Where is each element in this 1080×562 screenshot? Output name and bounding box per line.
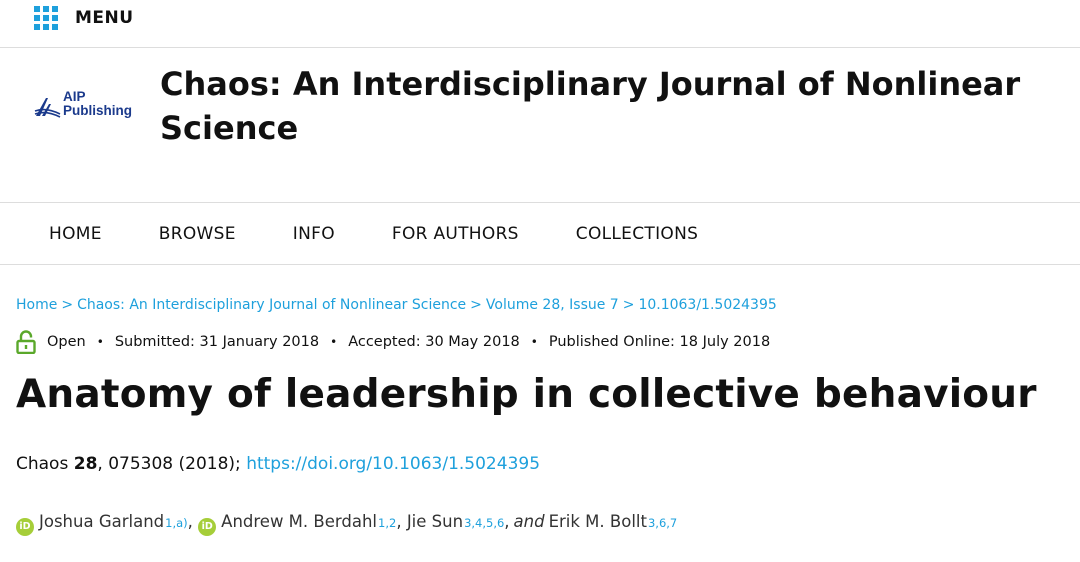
author-name[interactable]: Joshua Garland bbox=[39, 512, 164, 531]
article-title: Anatomy of leadership in collective beha… bbox=[16, 372, 1037, 417]
citation-article-number: , 075308 (2018); bbox=[97, 454, 241, 474]
nav-browse[interactable]: BROWSE bbox=[159, 224, 236, 244]
breadcrumb-issue[interactable]: Volume 28, Issue 7 bbox=[486, 297, 619, 313]
breadcrumb-journal[interactable]: Chaos: An Interdisciplinary Journal of N… bbox=[77, 297, 466, 313]
breadcrumb-separator: > bbox=[622, 297, 635, 313]
citation-volume: 28 bbox=[73, 454, 98, 474]
nav-for-authors[interactable]: FOR AUTHORS bbox=[392, 224, 519, 244]
author-separator: , bbox=[504, 512, 510, 531]
nav-collections[interactable]: COLLECTIONS bbox=[576, 224, 698, 244]
citation: Chaos 28, 075308 (2018); https://doi.org… bbox=[16, 454, 540, 474]
author-name[interactable]: Jie Sun bbox=[407, 512, 463, 531]
accepted-date: Accepted: 30 May 2018 bbox=[348, 334, 520, 350]
menu-button[interactable]: MENU bbox=[34, 6, 134, 30]
bullet-separator: • bbox=[96, 335, 104, 349]
orcid-icon[interactable]: iD bbox=[16, 518, 34, 536]
breadcrumb-separator: > bbox=[61, 297, 74, 313]
bullet-separator: • bbox=[530, 335, 538, 349]
main-nav: HOME BROWSE INFO FOR AUTHORS COLLECTIONS bbox=[0, 203, 1080, 265]
open-access-lock-icon bbox=[16, 330, 36, 354]
submitted-date: Submitted: 31 January 2018 bbox=[114, 334, 320, 350]
aip-logo-text: AIP Publishing bbox=[63, 89, 132, 118]
orcid-icon[interactable]: iD bbox=[198, 518, 217, 536]
author-conjunction: and bbox=[513, 512, 545, 531]
breadcrumb-doi[interactable]: 10.1063/1.5024395 bbox=[638, 297, 776, 313]
doi-link[interactable]: https://doi.org/10.1063/1.5024395 bbox=[246, 454, 540, 474]
menu-label: MENU bbox=[75, 8, 134, 28]
author-name[interactable]: Erik M. Bollt bbox=[549, 512, 647, 531]
author-name[interactable]: Andrew M. Berdahl bbox=[221, 512, 377, 531]
citation-journal: Chaos bbox=[16, 454, 69, 474]
journal-header: AIP Publishing Chaos: An Interdisciplina… bbox=[0, 48, 1080, 203]
top-menu-bar: MENU bbox=[0, 0, 1080, 48]
aip-logo-icon bbox=[34, 98, 61, 118]
bullet-separator: • bbox=[330, 335, 338, 349]
breadcrumb-separator: > bbox=[470, 297, 482, 313]
author-separator: , bbox=[187, 512, 193, 531]
breadcrumb: Home > Chaos: An Interdisciplinary Journal… bbox=[16, 297, 777, 313]
access-status: Open bbox=[47, 334, 86, 350]
grid-menu-icon bbox=[34, 6, 58, 30]
author-list: iD Joshua Garland 1,a) , iD Andrew M. Be… bbox=[16, 512, 677, 536]
article-status-line: Open • Submitted: 31 January 2018 • Acce… bbox=[16, 330, 770, 354]
nav-home[interactable]: HOME bbox=[49, 224, 102, 244]
nav-info[interactable]: INFO bbox=[293, 224, 335, 244]
aip-publishing-logo[interactable]: AIP Publishing bbox=[34, 89, 134, 120]
author-affiliation[interactable]: 1,2 bbox=[378, 516, 396, 530]
author-affiliation[interactable]: 1,a) bbox=[165, 516, 188, 530]
published-date: Published Online: 18 July 2018 bbox=[548, 334, 771, 350]
journal-title[interactable]: Chaos: An Interdisciplinary Journal of N… bbox=[160, 62, 1040, 150]
author-affiliation[interactable]: 3,6,7 bbox=[648, 516, 677, 530]
breadcrumb-home[interactable]: Home bbox=[16, 297, 57, 313]
author-separator: , bbox=[396, 512, 402, 531]
author-affiliation[interactable]: 3,4,5,6 bbox=[464, 516, 504, 530]
